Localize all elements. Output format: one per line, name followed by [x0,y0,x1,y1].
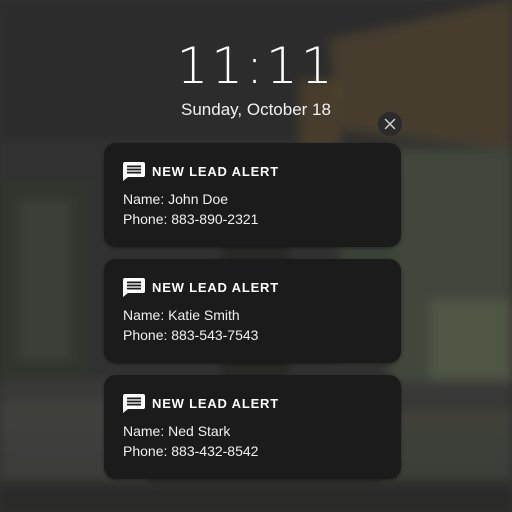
lead-name: Name: Katie Smith [123,307,240,323]
lead-phone: Phone: 883-432-8542 [123,443,259,459]
lead-phone: Phone: 883-890-2321 [123,211,259,227]
lead-phone: Phone: 883-543-7543 [123,327,259,343]
notification-header: NEW LEAD ALERT [123,162,279,181]
notification-header: NEW LEAD ALERT [123,394,279,413]
message-icon [123,162,145,181]
notification-card[interactable]: NEW LEAD ALERT Name: Ned Stark Phone: 88… [104,375,401,479]
notification-header: NEW LEAD ALERT [123,278,279,297]
notification-card[interactable]: NEW LEAD ALERT Name: Katie Smith Phone: … [104,259,401,363]
lockscreen-clock: 11:11 [176,37,336,95]
lockscreen-date: Sunday, October 18 [181,100,331,119]
notification-title: NEW LEAD ALERT [152,279,279,295]
dismiss-all-button[interactable] [378,112,402,136]
message-icon [123,394,145,413]
notification-card[interactable]: NEW LEAD ALERT Name: John Doe Phone: 883… [104,143,401,247]
lead-name: Name: Ned Stark [123,423,231,439]
notification-title: NEW LEAD ALERT [152,163,279,179]
notification-title: NEW LEAD ALERT [152,395,279,411]
message-icon [123,278,145,297]
close-icon [384,118,396,130]
lead-name: Name: John Doe [123,191,229,207]
